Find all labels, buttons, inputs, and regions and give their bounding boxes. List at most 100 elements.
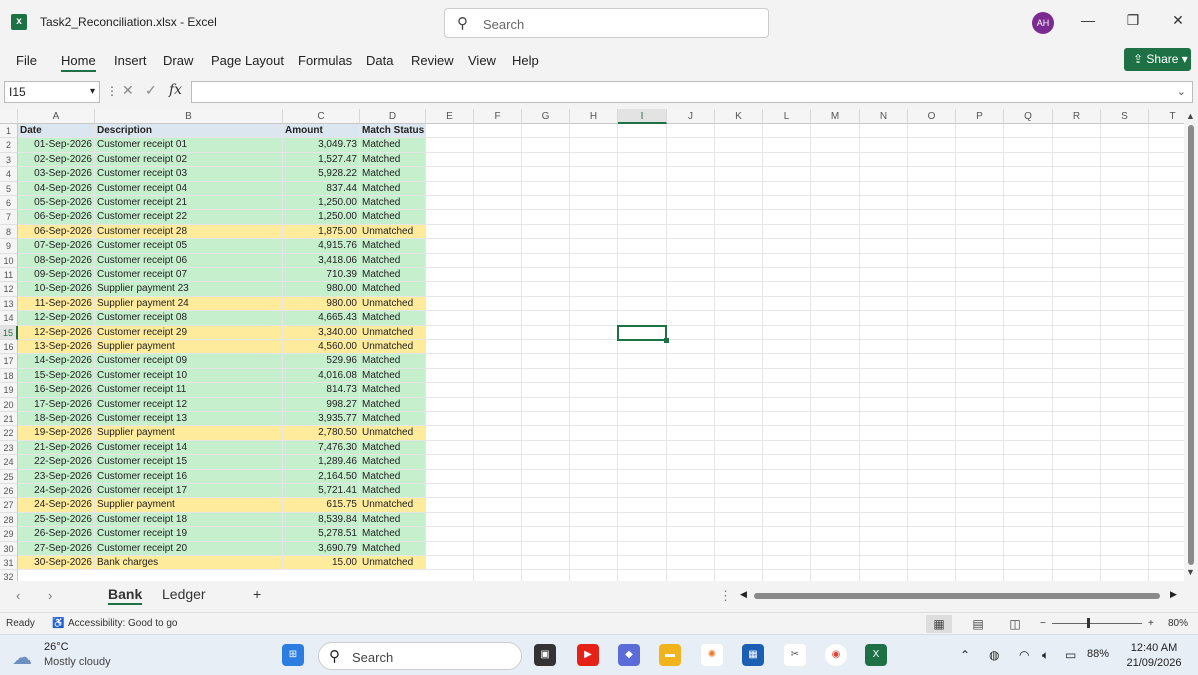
page-layout-view-icon[interactable]: ▤ (965, 615, 991, 633)
user-avatar[interactable]: AH (1032, 12, 1054, 34)
match-status-cell[interactable]: Unmatched (360, 556, 426, 571)
row-header-23[interactable]: 23 (0, 440, 18, 456)
column-header-b[interactable]: B (95, 109, 283, 124)
menu-review[interactable]: Review (411, 53, 454, 68)
match-status-cell[interactable]: Unmatched (360, 296, 426, 312)
description-cell[interactable]: Customer receipt 29 (95, 325, 283, 340)
row-header-31[interactable]: 31 (0, 556, 18, 571)
row-header-26[interactable]: 26 (0, 484, 18, 499)
match-status-cell[interactable]: Matched (360, 469, 426, 484)
match-status-cell[interactable]: Matched (360, 152, 426, 168)
scroll-right-icon[interactable]: ▶ (1170, 589, 1177, 600)
amount-cell[interactable]: 4,016.08 (283, 368, 360, 384)
row-header-29[interactable]: 29 (0, 527, 18, 542)
date-cell[interactable]: 12-Sep-2026 (18, 325, 95, 340)
row-header-22[interactable]: 22 (0, 426, 18, 441)
amount-cell[interactable]: 7,476.30 (283, 440, 360, 456)
amount-cell[interactable]: 4,915.76 (283, 239, 360, 254)
battery-icon[interactable]: ▭ (1065, 648, 1076, 662)
date-cell[interactable]: 08-Sep-2026 (18, 253, 95, 268)
row-header-1[interactable]: 1 (0, 124, 18, 139)
accessibility-status[interactable]: Accessibility: Good to go (68, 618, 178, 629)
date-cell[interactable]: 24-Sep-2026 (18, 484, 95, 499)
tab-ledger[interactable]: Ledger (162, 586, 206, 602)
wifi-icon[interactable]: ◠ (1019, 648, 1029, 662)
date-cell[interactable]: 07-Sep-2026 (18, 239, 95, 254)
chevron-up-icon[interactable]: ⌃ (960, 648, 970, 662)
claude-icon[interactable]: ✺ (701, 644, 723, 666)
row-header-15[interactable]: 15 (0, 325, 18, 340)
description-cell[interactable]: Customer receipt 12 (95, 397, 283, 412)
match-status-cell[interactable]: Matched (360, 368, 426, 384)
amount-cell[interactable]: 1,527.47 (283, 152, 360, 168)
description-cell[interactable]: Customer receipt 07 (95, 268, 283, 283)
amount-cell[interactable]: 1,250.00 (283, 210, 360, 225)
description-cell[interactable]: Customer receipt 28 (95, 224, 283, 240)
description-cell[interactable]: Customer receipt 11 (95, 383, 283, 398)
description-cell[interactable]: Customer receipt 04 (95, 181, 283, 196)
column-header-p[interactable]: P (956, 109, 1004, 124)
file-explorer-icon[interactable]: ▬ (659, 644, 681, 666)
more-options-icon[interactable]: ⋮ (106, 84, 118, 98)
menu-view[interactable]: View (468, 53, 496, 68)
date-cell[interactable]: 27-Sep-2026 (18, 541, 95, 556)
chrome-icon[interactable]: ◉ (825, 644, 847, 666)
description-cell[interactable]: Supplier payment 23 (95, 282, 283, 297)
insert-function-icon[interactable]: fx (169, 82, 182, 98)
match-status-cell[interactable]: Matched (360, 181, 426, 196)
date-cell[interactable]: 01-Sep-2026 (18, 138, 95, 153)
match-status-cell[interactable]: Matched (360, 397, 426, 412)
column-header-a[interactable]: A (18, 109, 95, 124)
date-cell[interactable]: 17-Sep-2026 (18, 397, 95, 412)
next-sheet-icon[interactable]: › (48, 588, 52, 603)
header-cell[interactable]: Match Status (360, 124, 426, 139)
description-cell[interactable]: Customer receipt 20 (95, 541, 283, 556)
menu-draw[interactable]: Draw (163, 53, 193, 68)
row-header-5[interactable]: 5 (0, 181, 18, 196)
menu-file[interactable]: File (16, 53, 37, 68)
taskbar-search[interactable]: ⚲ Search (318, 642, 522, 670)
snipping-tool-icon[interactable]: ✂ (784, 644, 806, 666)
description-cell[interactable]: Customer receipt 13 (95, 412, 283, 427)
date-cell[interactable]: 22-Sep-2026 (18, 455, 95, 470)
search-input[interactable]: ⚲ Search (444, 8, 769, 38)
row-header-20[interactable]: 20 (0, 397, 18, 412)
match-status-cell[interactable]: Matched (360, 383, 426, 398)
amount-cell[interactable]: 4,665.43 (283, 311, 360, 326)
row-header-11[interactable]: 11 (0, 268, 18, 283)
amount-cell[interactable]: 998.27 (283, 397, 360, 412)
amount-cell[interactable]: 2,780.50 (283, 426, 360, 441)
date-cell[interactable]: 10-Sep-2026 (18, 282, 95, 297)
vertical-scrollbar[interactable]: ▲ ▼ (1184, 109, 1198, 581)
date-cell[interactable]: 14-Sep-2026 (18, 354, 95, 369)
date-cell[interactable]: 06-Sep-2026 (18, 210, 95, 225)
description-cell[interactable]: Customer receipt 14 (95, 440, 283, 456)
description-cell[interactable]: Customer receipt 05 (95, 239, 283, 254)
amount-cell[interactable]: 3,418.06 (283, 253, 360, 268)
column-header-r[interactable]: R (1053, 109, 1101, 124)
column-header-f[interactable]: F (474, 109, 522, 124)
description-cell[interactable]: Customer receipt 03 (95, 167, 283, 182)
volume-icon[interactable]: 🔈︎ (1042, 648, 1049, 663)
column-header-q[interactable]: Q (1004, 109, 1053, 124)
amount-cell[interactable]: 1,250.00 (283, 196, 360, 211)
description-cell[interactable]: Bank charges (95, 556, 283, 571)
column-header-l[interactable]: L (763, 109, 811, 124)
row-header-24[interactable]: 24 (0, 455, 18, 470)
windows-start-icon[interactable]: ⊞ (282, 644, 304, 666)
row-header-8[interactable]: 8 (0, 224, 18, 240)
match-status-cell[interactable]: Matched (360, 354, 426, 369)
date-cell[interactable]: 02-Sep-2026 (18, 152, 95, 168)
menu-insert[interactable]: Insert (114, 53, 147, 68)
menu-help[interactable]: Help (512, 53, 539, 68)
amount-cell[interactable]: 1,289.46 (283, 455, 360, 470)
scroll-left-icon[interactable]: ◀ (740, 589, 747, 600)
match-status-cell[interactable]: Matched (360, 455, 426, 470)
amount-cell[interactable]: 5,721.41 (283, 484, 360, 499)
row-header-9[interactable]: 9 (0, 239, 18, 254)
date-cell[interactable]: 11-Sep-2026 (18, 296, 95, 312)
row-header-14[interactable]: 14 (0, 311, 18, 326)
date-cell[interactable]: 15-Sep-2026 (18, 368, 95, 384)
tab-bank[interactable]: Bank (108, 586, 143, 605)
row-header-19[interactable]: 19 (0, 383, 18, 398)
